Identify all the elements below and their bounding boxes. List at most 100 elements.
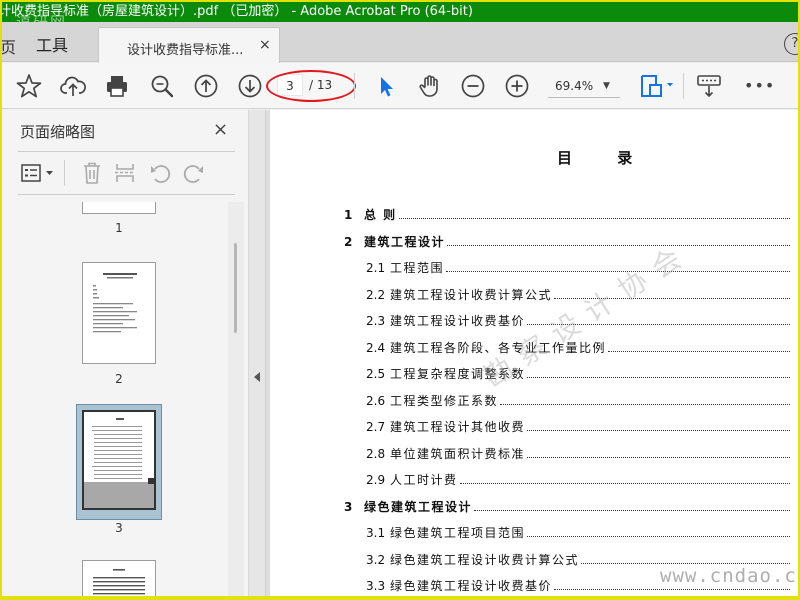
toc-section-row[interactable]: 3 绿色建筑工程设计 [344, 497, 790, 517]
toc-leader-dots [474, 509, 790, 511]
toc-leader-dots [554, 589, 790, 590]
tab-home-fragment[interactable]: 页 [2, 34, 16, 58]
toc-section-row[interactable]: 1 总 则 [344, 205, 790, 225]
toc-text: 建筑工程设计 [364, 234, 446, 249]
scroll-mode-icon[interactable] [696, 73, 722, 99]
acrobat-window: 计收费指导标准（房屋建筑设计）.pdf （已加密） - Adobe Acroba… [2, 2, 798, 598]
toc-text: 单位建筑面积计费标准 [390, 446, 526, 461]
collapse-arrow-icon[interactable] [254, 372, 260, 382]
toc-number: 2.2 [366, 287, 386, 302]
extract-icon[interactable] [113, 161, 137, 185]
zoom-in-icon[interactable] [504, 73, 530, 99]
toc-leader-dots [527, 456, 790, 458]
toc-section-row[interactable]: 2 建筑工程设计 [344, 232, 790, 252]
help-icon[interactable]: ? [784, 33, 798, 55]
tab-tools[interactable]: 工具 [36, 32, 68, 56]
toc-number: 3.1 [366, 526, 386, 540]
pdf-page: 目 录 1 总 则 2 建筑工程设计 2.1 工程范围 2.2 建筑工程设计收费计算公式 2.3… [270, 110, 798, 598]
zoom-out-icon[interactable] [460, 73, 486, 99]
thumbnail-page-4[interactable] [82, 560, 156, 598]
panel-collapse-handle[interactable] [249, 110, 266, 598]
tab-close-icon[interactable]: × [259, 37, 271, 53]
fit-page-icon[interactable] [639, 73, 675, 99]
document-view[interactable]: 目 录 1 总 则 2 建筑工程设计 2.1 工程范围 2.2 建筑工程设计收费计算公式 2.3… [266, 110, 798, 598]
toc-leader-dots [527, 430, 790, 431]
tab-document-title: 设计收费指导标准... [127, 43, 244, 58]
panel-toolbar [18, 156, 235, 190]
toc-text: 总 则 [364, 208, 397, 222]
toc-number: 2.1 [366, 261, 386, 275]
toc-number: 2.8 [366, 446, 386, 461]
toc-subsection-row[interactable]: 2.7 建筑工程设计其他收费 [366, 417, 790, 437]
thumbnail-scrollbar-thumb[interactable] [234, 243, 237, 333]
panel-divider [18, 151, 235, 152]
toc-text: 绿色建筑工程设计收费计算公式 [390, 552, 580, 567]
border-strip [0, 596, 800, 600]
toc-text: 人工时计费 [390, 473, 458, 487]
toc-subsection-row[interactable]: 2.5 工程复杂程度调整系数 [366, 364, 790, 384]
thumbnail-page-2[interactable] [82, 262, 156, 364]
toc-number: 2.9 [366, 473, 386, 487]
tab-document[interactable]: 设计收费指导标准... × [98, 27, 280, 63]
thumbnail-panel: 页面缩略图 × 1 2 3 [2, 110, 249, 598]
thumbnail-list: 1 2 3 [2, 202, 228, 598]
redo-rotate-icon[interactable] [182, 161, 206, 185]
toc-number: 2.7 [366, 420, 386, 434]
star-icon[interactable] [16, 73, 42, 99]
title-bar: 计收费指导标准（房屋建筑设计）.pdf （已加密） - Adobe Acroba… [2, 2, 798, 22]
toolbar-separator [354, 73, 355, 99]
print-icon[interactable] [104, 73, 130, 99]
toc-text: 建筑工程设计收费计算公式 [390, 287, 553, 302]
toc-text: 绿色建筑工程项目范围 [390, 526, 526, 540]
tab-bar: 页 工具 设计收费指导标准... × ? [2, 22, 798, 63]
toc-leader-dots [399, 218, 790, 219]
toc-subsection-row[interactable]: 2.6 工程类型修正系数 [366, 391, 790, 411]
toc-number: 2.4 [366, 340, 386, 355]
thumbnail-label: 1 [115, 221, 123, 235]
toc-leader-dots [527, 536, 790, 537]
main-toolbar: 3 / 13 69.4% ▼ ••• [2, 63, 798, 109]
panel-separator [64, 160, 65, 186]
panel-divider [18, 194, 235, 195]
toc-text: 工程类型修正系数 [390, 393, 499, 408]
thumbnail-label: 3 [115, 521, 123, 535]
hand-icon[interactable] [417, 73, 443, 99]
toc-number: 3 [344, 499, 353, 514]
page-down-icon[interactable] [237, 73, 263, 99]
highlight-annotation-ellipse [266, 70, 356, 102]
upload-cloud-icon[interactable] [60, 73, 86, 99]
toc-text: 建筑工程设计收费基价 [390, 314, 526, 328]
toc-subsection-row[interactable]: 2.9 人工时计费 [366, 470, 790, 490]
panel-close-icon[interactable]: × [213, 119, 228, 140]
thumbnail-page-1[interactable] [82, 202, 156, 214]
page-up-icon[interactable] [193, 73, 219, 99]
undo-rotate-icon[interactable] [148, 161, 172, 185]
toc-number: 1 [344, 208, 353, 222]
toc-text: 绿色建筑工程设计收费基价 [390, 579, 553, 593]
options-menu-icon[interactable] [20, 161, 58, 185]
thumbnail-page-3[interactable] [82, 410, 156, 510]
toc-leader-dots [447, 244, 790, 246]
toc-subsection-row[interactable]: 2.1 工程范围 [366, 258, 790, 278]
window-title: 计收费指导标准（房屋建筑设计）.pdf （已加密） - Adobe Acroba… [2, 4, 473, 19]
toc-leader-dots [608, 350, 790, 352]
toc-number: 2.5 [366, 367, 386, 381]
toc-subsection-row[interactable]: 3.1 绿色建筑工程项目范围 [366, 523, 790, 543]
toc-leader-dots [581, 562, 790, 564]
delete-icon[interactable] [80, 161, 104, 185]
toc-leader-dots [460, 483, 790, 484]
toolbar-separator [683, 73, 684, 99]
toc-text: 绿色建筑工程设计 [364, 499, 473, 514]
toc-subsection-row[interactable]: 2.8 单位建筑面积计费标准 [366, 444, 790, 464]
chevron-down-icon[interactable]: ▼ [603, 74, 610, 98]
toc-text: 建筑工程设计其他收费 [390, 420, 526, 434]
select-arrow-icon[interactable] [373, 73, 399, 99]
toc-number: 2 [344, 234, 353, 249]
more-icon[interactable]: ••• [744, 73, 774, 99]
zoom-search-icon[interactable] [149, 73, 175, 99]
toc-number: 3.3 [366, 579, 386, 593]
toc-title: 目 录 [557, 149, 653, 167]
toc-number: 3.2 [366, 552, 386, 567]
toc-text: 工程范围 [390, 261, 445, 275]
toc-number: 2.3 [366, 314, 386, 328]
